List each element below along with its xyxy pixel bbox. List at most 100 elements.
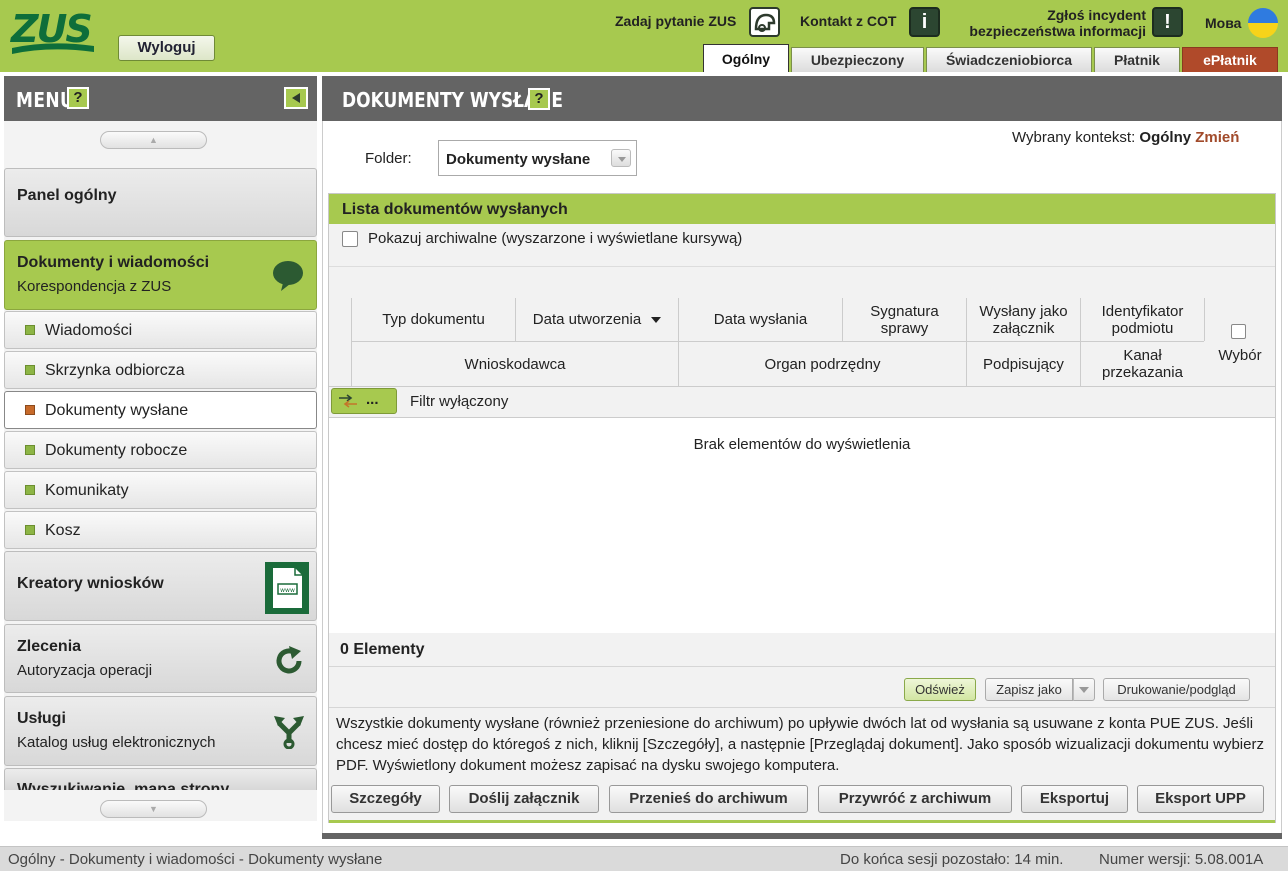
column-header-data-wyslania[interactable]: Data wysłania [679, 298, 842, 341]
empty-message: Brak elementów do wyświetlenia [693, 436, 911, 453]
column-header-podpisujacy[interactable]: Podpisujący [967, 342, 1080, 386]
tab-swiadczeniobiorca[interactable]: Świadczeniobiorca [926, 47, 1092, 72]
sidebar-item-dokumenty-robocze[interactable]: Dokumenty robocze [4, 431, 317, 469]
sidebar-item-creators[interactable]: Kreatory wniosków www [4, 551, 317, 621]
list-footer-bar [329, 820, 1275, 823]
filter-arrows-icon [339, 394, 357, 408]
info-icon[interactable]: i [909, 7, 940, 37]
tab-ubezpieczony[interactable]: Ubezpieczony [791, 47, 924, 72]
menu-scroll-up-button[interactable]: ▲ [100, 131, 207, 149]
select-all-checkbox[interactable] [1231, 324, 1246, 339]
print-preview-button[interactable]: Drukowanie/podgląd [1103, 678, 1250, 701]
column-header-kanal-przekazania[interactable]: Kanał przekazania [1081, 342, 1204, 386]
collapse-menu-icon[interactable] [284, 87, 308, 109]
show-archived-label: Pokazuj archiwalne (wyszarzone i wyświet… [368, 230, 743, 247]
folder-value: Dokumenty wysłane [446, 151, 591, 168]
version-label: Numer wersji: 5.08.001A [1099, 851, 1264, 868]
sidebar-item-wiadomosci[interactable]: Wiadomości [4, 311, 317, 349]
column-header-typ-dokumentu[interactable]: Typ dokumentu [352, 298, 515, 341]
document-form-icon: www [265, 562, 309, 614]
sidebar-item-kosz[interactable]: Kosz [4, 511, 317, 549]
info-text: Wszystkie dokumenty wysłane (również prz… [336, 715, 1264, 774]
column-header-sygnatura[interactable]: Sygnatura sprawy [843, 298, 966, 341]
documents-list: Lista dokumentów wysłanych Pokazuj archi… [328, 193, 1276, 823]
bullet-icon [25, 445, 35, 455]
ukraine-flag-icon[interactable] [1248, 8, 1278, 38]
tab-ogolny[interactable]: Ogólny [703, 44, 789, 72]
sort-desc-icon [651, 316, 662, 323]
folder-label: Folder: [365, 150, 412, 167]
change-context-link[interactable]: Zmień [1195, 129, 1239, 146]
alert-icon[interactable]: ! [1152, 7, 1183, 37]
column-header-wybor: Wybór [1218, 346, 1262, 364]
ask-zus-link[interactable]: Zadaj pytanie ZUS [615, 13, 736, 29]
element-count: 0 Elementy [340, 641, 425, 658]
chat-helmet-icon[interactable] [749, 7, 780, 37]
speech-bubble-icon [273, 261, 303, 291]
main-bottom-divider [322, 833, 1282, 839]
bullet-icon [25, 325, 35, 335]
logout-button[interactable]: Wyloguj [118, 35, 215, 61]
menu-help-icon[interactable]: ? [67, 87, 89, 109]
sidebar-item-dokumenty-wyslane[interactable]: Dokumenty wysłane [4, 391, 317, 429]
report-incident-link[interactable]: Zgłoś incydent bezpieczeństwa informacji [960, 7, 1146, 39]
filter-status: Filtr wyłączony [410, 393, 509, 410]
column-header-identyfikator[interactable]: Identyfikator podmiotu [1081, 298, 1204, 341]
context-value: Ogólny [1139, 129, 1192, 146]
language-link[interactable]: Мова [1205, 15, 1241, 31]
sidebar-item-komunikaty[interactable]: Komunikaty [4, 471, 317, 509]
svg-text:ZUS: ZUS [10, 7, 91, 51]
list-header: Lista dokumentów wysłanych [329, 194, 1275, 224]
top-header: ZUS Wyloguj Zadaj pytanie ZUS Kontakt z … [0, 0, 1288, 72]
chevron-down-icon[interactable] [1073, 678, 1095, 701]
column-header-wnioskodawca[interactable]: Wnioskodawca [352, 342, 678, 386]
tab-eplatnik[interactable]: ePłatnik [1182, 47, 1278, 72]
send-attachment-button[interactable]: Doślij załącznik [449, 785, 599, 813]
bullet-icon [25, 405, 35, 415]
refresh-icon [276, 646, 302, 674]
grid-line [329, 386, 1275, 387]
show-archived-checkbox[interactable] [342, 231, 358, 247]
menu-title: MENU [16, 88, 75, 112]
branch-arrows-icon [274, 716, 304, 749]
sidebar-item-orders[interactable]: Zlecenia Autoryzacja operacji [4, 624, 317, 693]
svg-text:www: www [280, 587, 295, 594]
grid-body: Brak elementów do wyświetlenia [329, 417, 1275, 633]
refresh-button[interactable]: Odśwież [904, 678, 976, 701]
filter-button[interactable]: ... [331, 388, 397, 414]
session-timer: Do końca sesji pozostało: 14 min. [840, 851, 1064, 868]
details-button[interactable]: Szczegóły [331, 785, 440, 813]
grid-line [1204, 298, 1205, 341]
separator [329, 707, 1275, 708]
column-header-organ-podrzedny[interactable]: Organ podrzędny [679, 342, 966, 386]
export-upp-button[interactable]: Eksport UPP [1137, 785, 1264, 813]
chevron-down-icon[interactable] [611, 149, 631, 167]
save-as-button[interactable]: Zapisz jako [985, 678, 1073, 701]
status-bar: Ogólny - Dokumenty i wiadomości - Dokume… [0, 846, 1288, 871]
menu-scroll-down-button[interactable]: ▼ [100, 800, 207, 818]
sidebar-item-skrzynka-odbiorcza[interactable]: Skrzynka odbiorcza [4, 351, 317, 389]
move-to-archive-button[interactable]: Przenieś do archiwum [609, 785, 808, 813]
tab-platnik[interactable]: Płatnik [1094, 47, 1180, 72]
context-info: Wybrany kontekst: Ogólny Zmień [1012, 129, 1240, 146]
page-help-icon[interactable]: ? [528, 88, 550, 110]
list-title: Lista dokumentów wysłanych [342, 201, 568, 218]
sidebar-item-search[interactable]: Wyszukiwanie, mapa strony [4, 768, 317, 790]
grid-separator [329, 266, 1275, 267]
column-header-data-utworzenia[interactable]: Data utworzenia [516, 298, 678, 341]
separator [329, 666, 1275, 667]
sidebar-item-panel[interactable]: Panel ogólny [4, 168, 317, 237]
sidebar-item-documents[interactable]: Dokumenty i wiadomości Korespondencja z … [4, 240, 317, 310]
bullet-icon [25, 485, 35, 495]
column-header-wyslany-jako-zalacznik[interactable]: Wysłany jako załącznik [967, 298, 1080, 341]
bullet-icon [25, 365, 35, 375]
zus-logo[interactable]: ZUS [10, 6, 96, 64]
restore-from-archive-button[interactable]: Przywróć z archiwum [818, 785, 1012, 813]
export-button[interactable]: Eksportuj [1021, 785, 1128, 813]
folder-select[interactable]: Dokumenty wysłane [438, 140, 637, 176]
page-header: DOKUMENTY WYSŁANE ? [322, 76, 1282, 121]
menu-header: MENU ? [4, 76, 317, 121]
contact-cot-link[interactable]: Kontakt z COT [800, 13, 896, 29]
bullet-icon [25, 525, 35, 535]
sidebar-item-services[interactable]: Usługi Katalog usług elektronicznych [4, 696, 317, 766]
